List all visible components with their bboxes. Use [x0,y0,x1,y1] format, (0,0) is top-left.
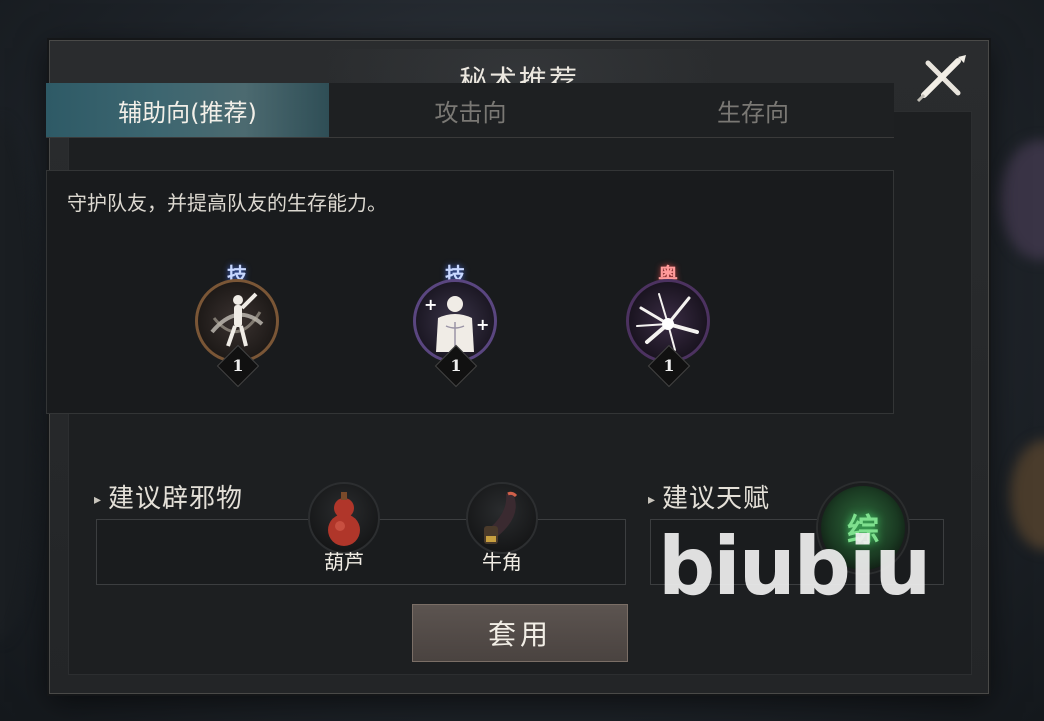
watermark-text: biubiu [658,520,931,613]
background-blob-right [1000,140,1044,260]
talent-label: ▸ 建议天赋 [648,484,771,514]
svg-text:+: + [424,295,437,314]
tab-survival[interactable]: 生存向 [612,83,894,137]
gourd-icon [308,482,380,554]
skill-slot-2[interactable]: 技 + + 1 [407,259,503,388]
ward-item-name: 牛角 [482,550,522,574]
ox-horn-icon [466,482,538,554]
background-blob-right-lower [1010,440,1044,550]
ward-item-gourd[interactable]: 葫芦 [302,482,386,582]
skills-panel: 守护队友，并提高队友的生存能力。 技 1 技 + + 1 奥 1 [46,170,894,414]
ward-item-ox-horn[interactable]: 牛角 [460,482,544,582]
skill-slot-3[interactable]: 奥 1 [620,259,716,388]
svg-text:+: + [476,315,489,334]
caret-right-icon: ▸ [648,491,657,508]
close-x-icon [916,55,966,103]
background-blob-left [0,120,40,640]
caret-right-icon: ▸ [94,491,103,508]
close-button[interactable] [914,49,970,105]
ward-item-name: 葫芦 [324,550,364,574]
tab-support[interactable]: 辅助向(推荐) [46,83,329,137]
apply-button[interactable]: 套用 [412,604,628,662]
ward-items-label: ▸ 建议辟邪物 [94,484,244,514]
tab-bar: 辅助向(推荐) 攻击向 生存向 [46,83,894,138]
strategy-description: 守护队友，并提高队友的生存能力。 [67,191,387,215]
skill-slot-1[interactable]: 技 1 [189,259,285,388]
tab-attack[interactable]: 攻击向 [329,83,612,137]
